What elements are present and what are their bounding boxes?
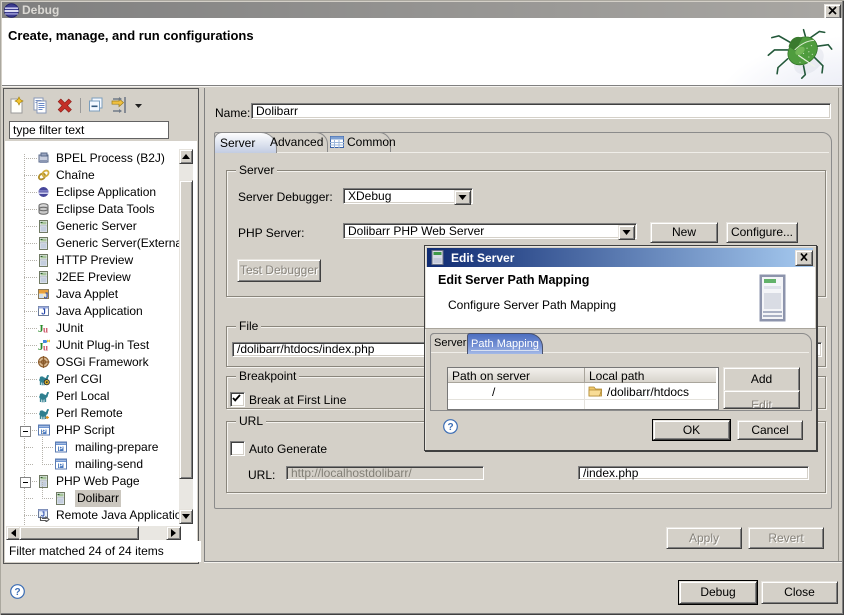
svg-text:u: u [43,325,48,335]
svg-text:u: u [43,343,48,353]
svg-text:?: ? [447,422,453,433]
svg-text:P: P [59,463,64,470]
svg-text:?: ? [14,587,20,598]
svg-text:J: J [44,292,48,301]
svg-text:J: J [41,308,45,317]
svg-text:P: P [59,446,64,453]
svg-text:J: J [41,512,45,519]
